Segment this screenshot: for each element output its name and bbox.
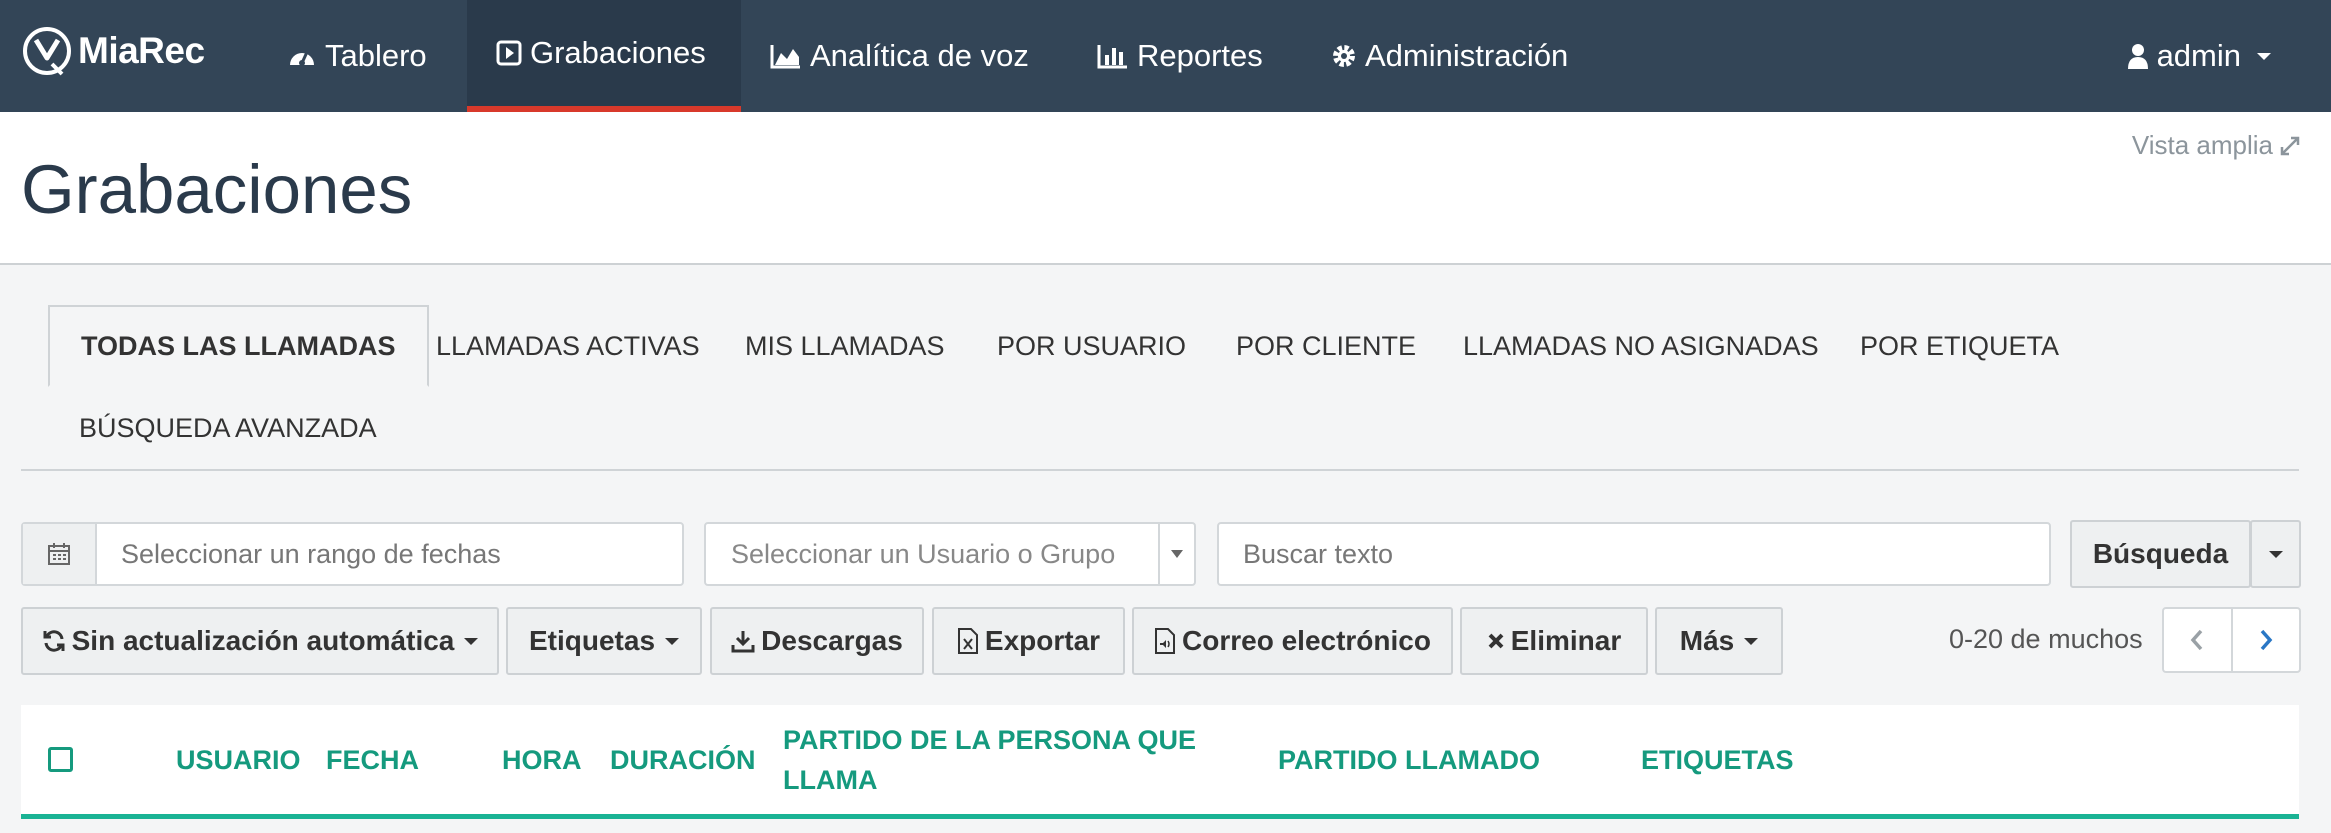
close-icon xyxy=(1488,633,1504,649)
delete-label: Eliminar xyxy=(1510,625,1622,656)
excel-file-icon xyxy=(957,628,978,654)
tab-label: POR ETIQUETA xyxy=(1860,330,2060,361)
brand[interactable]: MiaRec xyxy=(22,22,205,80)
chevron-down-icon xyxy=(665,637,680,645)
date-range-picker[interactable]: Seleccionar un rango de fechas xyxy=(21,522,684,586)
downloads-button[interactable]: Descargas xyxy=(710,607,924,675)
search-text-input[interactable]: Buscar texto xyxy=(1217,522,2051,586)
nav-analitica[interactable]: Analítica de voz xyxy=(741,0,1058,112)
chevron-down-icon xyxy=(1744,637,1759,645)
tab-por-etiqueta[interactable]: POR ETIQUETA xyxy=(1860,305,2059,387)
delete-button[interactable]: Eliminar xyxy=(1460,607,1648,675)
nav-reportes[interactable]: Reportes xyxy=(1068,0,1292,112)
gear-icon xyxy=(1333,45,1355,67)
column-fecha[interactable]: FECHA xyxy=(326,740,419,780)
recordings-table-header: USUARIO FECHA HORA DURACIÓN PARTIDO DE L… xyxy=(21,705,2299,819)
nav-label: Grabaciones xyxy=(530,35,706,70)
nav-grabaciones[interactable]: Grabaciones xyxy=(467,0,741,112)
tab-label: BÚSQUEDA AVANZADA xyxy=(79,412,377,443)
page-title: Grabaciones xyxy=(21,151,413,228)
more-label: Más xyxy=(1679,625,1735,656)
tab-label: MIS LLAMADAS xyxy=(745,330,945,361)
download-icon xyxy=(731,631,755,653)
bar-chart-icon xyxy=(1097,45,1127,69)
search-text-placeholder: Buscar texto xyxy=(1243,538,1394,569)
play-icon xyxy=(496,40,522,66)
autorefresh-dropdown[interactable]: Sin actualización automática xyxy=(21,607,499,675)
nav-label: Administración xyxy=(1365,38,1569,73)
nav-label: Analítica de voz xyxy=(810,38,1029,73)
column-partido-llamado[interactable]: PARTIDO LLAMADO xyxy=(1278,740,1540,780)
wide-view-label: Vista amplia xyxy=(2131,130,2273,160)
downloads-label: Descargas xyxy=(761,625,903,656)
tab-busqueda-avanzada[interactable]: BÚSQUEDA AVANZADA xyxy=(79,387,377,469)
user-group-select[interactable]: Seleccionar un Usuario o Grupo xyxy=(704,522,1196,586)
calendar-addon[interactable] xyxy=(23,524,97,584)
select-arrow[interactable] xyxy=(1158,524,1194,584)
tags-dropdown[interactable]: Etiquetas xyxy=(506,607,702,675)
miarec-logo-icon xyxy=(23,27,71,76)
chevron-down-icon xyxy=(2268,550,2283,558)
brand-name: MiaRec xyxy=(78,30,205,71)
call-tabs: TODAS LAS LLAMADAS LLAMADAS ACTIVAS MIS … xyxy=(21,305,2299,471)
user-name: admin xyxy=(2156,38,2241,73)
search-options-toggle[interactable] xyxy=(2250,520,2301,588)
tab-label: POR CLIENTE xyxy=(1236,330,1417,361)
more-dropdown[interactable]: Más xyxy=(1655,607,1783,675)
search-button[interactable]: Búsqueda xyxy=(2070,520,2251,588)
chevron-right-icon xyxy=(2260,629,2273,651)
nav-label: Tablero xyxy=(325,38,427,73)
email-button[interactable]: Correo electrónico xyxy=(1132,607,1453,675)
column-duracion[interactable]: DURACIÓN xyxy=(610,740,756,780)
tab-label: TODAS LAS LLAMADAS xyxy=(81,330,396,361)
prev-page-button[interactable] xyxy=(2164,609,2233,671)
autorefresh-label: Sin actualización automática xyxy=(71,625,455,656)
select-all-checkbox[interactable] xyxy=(48,747,73,772)
export-label: Exportar xyxy=(984,625,1101,656)
nav-label: Reportes xyxy=(1137,38,1263,73)
tab-por-usuario[interactable]: POR USUARIO xyxy=(997,305,1186,387)
area-chart-icon xyxy=(770,45,800,69)
tab-llamadas-no-asignadas[interactable]: LLAMADAS NO ASIGNADAS xyxy=(1463,305,1819,387)
chevron-down-icon xyxy=(464,637,479,645)
tags-label: Etiquetas xyxy=(528,625,656,656)
tab-label: LLAMADAS ACTIVAS xyxy=(436,330,700,361)
export-button[interactable]: Exportar xyxy=(932,607,1125,675)
email-label: Correo electrónico xyxy=(1182,625,1431,656)
chevron-down-icon xyxy=(2257,52,2271,60)
chevron-down-icon xyxy=(1171,550,1183,558)
column-etiquetas[interactable]: ETIQUETAS xyxy=(1641,740,1794,780)
tab-label: LLAMADAS NO ASIGNADAS xyxy=(1463,330,1819,361)
tab-llamadas-activas[interactable]: LLAMADAS ACTIVAS xyxy=(436,305,700,387)
top-navbar: MiaRec Tablero Grabaciones Analítica de … xyxy=(0,0,2331,112)
column-hora[interactable]: HORA xyxy=(502,740,582,780)
audio-file-icon xyxy=(1155,628,1176,654)
user-group-placeholder: Seleccionar un Usuario o Grupo xyxy=(731,538,1116,569)
date-range-input[interactable]: Seleccionar un rango de fechas xyxy=(97,539,501,570)
calendar-icon xyxy=(48,543,70,565)
dashboard-icon xyxy=(290,51,314,66)
refresh-icon xyxy=(43,630,65,652)
column-usuario[interactable]: USUARIO xyxy=(176,740,301,780)
user-icon xyxy=(2127,44,2148,69)
page-header: Grabaciones Vista amplia xyxy=(0,112,2331,265)
nav-administracion[interactable]: Administración xyxy=(1302,0,1597,112)
pagination-controls xyxy=(2162,607,2301,673)
wide-view-toggle[interactable]: Vista amplia xyxy=(2132,130,2301,161)
column-partido-llamante[interactable]: PARTIDO DE LA PERSONA QUE LLAMA xyxy=(783,720,1213,800)
expand-icon xyxy=(2280,136,2300,155)
search-button-label: Búsqueda xyxy=(2092,538,2229,569)
chevron-left-icon xyxy=(2190,629,2203,651)
tab-label: POR USUARIO xyxy=(997,330,1187,361)
tab-por-cliente[interactable]: POR CLIENTE xyxy=(1236,305,1416,387)
tab-todas-las-llamadas[interactable]: TODAS LAS LLAMADAS xyxy=(48,305,429,387)
user-menu[interactable]: admin xyxy=(2127,0,2271,112)
tab-mis-llamadas[interactable]: MIS LLAMADAS xyxy=(745,305,945,387)
nav-tablero[interactable]: Tablero xyxy=(258,0,456,112)
pagination-info: 0-20 de muchos xyxy=(1949,624,2143,654)
next-page-button[interactable] xyxy=(2233,609,2300,671)
